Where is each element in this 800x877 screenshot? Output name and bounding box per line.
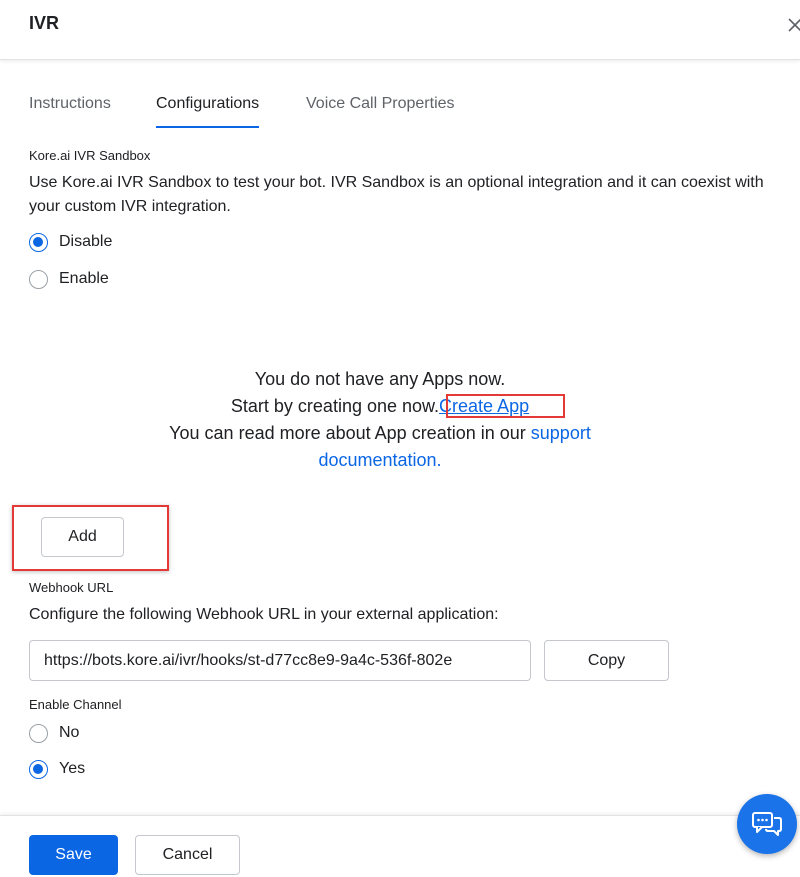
- apps-empty-line2-prefix: Start by creating one now.: [230, 396, 440, 416]
- radio-yes-label: Yes: [59, 760, 86, 777]
- apps-empty-line3-prefix: You can read more about App creation in …: [169, 423, 526, 443]
- enable-channel-yes-option[interactable]: Yes: [29, 759, 85, 779]
- apps-empty-message: You do not have any Apps now. Start by c…: [130, 366, 630, 474]
- tab-instructions[interactable]: Instructions: [29, 95, 111, 128]
- support-documentation-link-part2[interactable]: documentation.: [318, 450, 441, 470]
- apps-empty-line4: documentation.: [130, 447, 630, 474]
- chat-bubbles-icon: [752, 812, 782, 836]
- dialog-title: IVR: [29, 13, 60, 33]
- radio-enable-label: Enable: [59, 270, 109, 287]
- enable-channel-label: Enable Channel: [29, 697, 122, 712]
- sandbox-description: Use Kore.ai IVR Sandbox to test your bot…: [29, 174, 764, 215]
- webhook-label: Webhook URL: [29, 580, 114, 595]
- webhook-url-field[interactable]: https://bots.kore.ai/ivr/hooks/st-d77cc8…: [29, 640, 531, 681]
- sandbox-label: Kore.ai IVR Sandbox: [29, 148, 151, 163]
- webhook-description: Configure the following Webhook URL in y…: [29, 606, 499, 623]
- enable-channel-no-option[interactable]: No: [29, 723, 79, 743]
- sandbox-disable-option[interactable]: Disable: [29, 232, 112, 252]
- add-app-button[interactable]: Add: [41, 517, 124, 557]
- support-documentation-link-part1[interactable]: support: [531, 423, 591, 443]
- dialog-footer: Save Cancel: [0, 815, 800, 877]
- radio-no-label: No: [59, 724, 80, 741]
- apps-empty-line1: You do not have any Apps now.: [254, 369, 506, 389]
- close-icon[interactable]: [786, 16, 800, 34]
- sandbox-enable-option[interactable]: Enable: [29, 269, 109, 289]
- save-button[interactable]: Save: [29, 835, 118, 875]
- dialog-header: IVR: [0, 0, 800, 60]
- radio-yes[interactable]: [29, 759, 48, 779]
- cancel-button[interactable]: Cancel: [135, 835, 240, 875]
- radio-enable[interactable]: [29, 269, 48, 289]
- radio-disable[interactable]: [29, 232, 48, 252]
- apps-empty-line3: You can read more about App creation in …: [130, 420, 630, 447]
- create-app-highlight: [446, 394, 565, 418]
- tab-configurations[interactable]: Configurations: [156, 95, 260, 128]
- radio-no[interactable]: [29, 723, 48, 743]
- radio-disable-label: Disable: [59, 233, 113, 250]
- chat-fab-button[interactable]: [737, 794, 797, 854]
- tab-voice-call-properties[interactable]: Voice Call Properties: [306, 95, 455, 128]
- copy-button[interactable]: Copy: [544, 640, 669, 681]
